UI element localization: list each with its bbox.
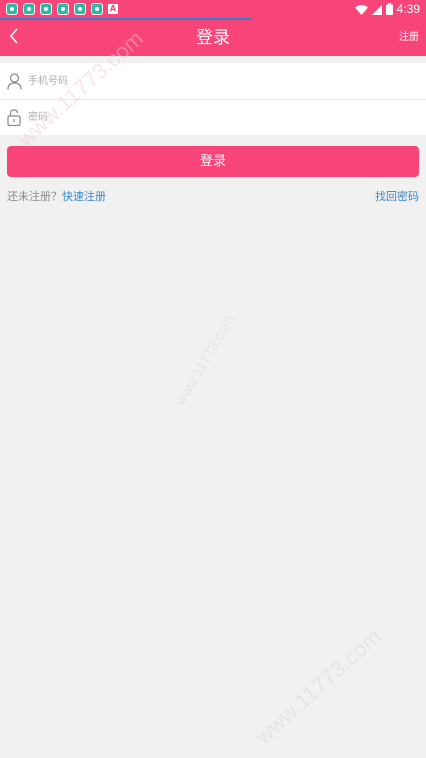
status-time: 4:39 (396, 2, 420, 16)
password-input[interactable] (28, 102, 388, 133)
back-button[interactable] (2, 24, 26, 52)
lock-icon (6, 109, 22, 127)
battery-icon (385, 0, 393, 19)
app-notification-icon (57, 3, 69, 15)
watermark: www.11773.com (172, 311, 237, 408)
app-notification-icon (23, 3, 35, 15)
app-notification-icon (40, 3, 52, 15)
a-notification-icon: A (108, 4, 118, 14)
status-bar: A 4:39 (0, 0, 426, 18)
wifi-icon (354, 0, 368, 19)
signal-icon (371, 0, 382, 19)
user-icon (6, 72, 22, 90)
watermark: www.11773.com (250, 623, 387, 750)
app-notification-icon (91, 3, 103, 15)
auth-links: 还未注册？快速注册 找回密码 (7, 189, 419, 205)
page-title: 登录 (196, 28, 230, 48)
no-account-hint: 还未注册？ (7, 190, 62, 203)
nav-bar: 登录 注册 (0, 20, 426, 56)
system-tray: 4:39 (354, 0, 420, 19)
quick-register-link[interactable]: 快速注册 (62, 190, 106, 203)
login-screen: A 4:39 登录 注册 手机号码 登录 还未注册？快速注册 找回密码 www.… (0, 0, 426, 758)
register-nav-button[interactable]: 注册 (399, 20, 419, 56)
app-notification-icon (74, 3, 86, 15)
app-notification-icon (6, 3, 18, 15)
forgot-password-link[interactable]: 找回密码 (375, 189, 419, 205)
notification-icons: A (6, 3, 118, 15)
chevron-left-icon (9, 28, 19, 48)
login-button[interactable]: 登录 (7, 146, 419, 177)
